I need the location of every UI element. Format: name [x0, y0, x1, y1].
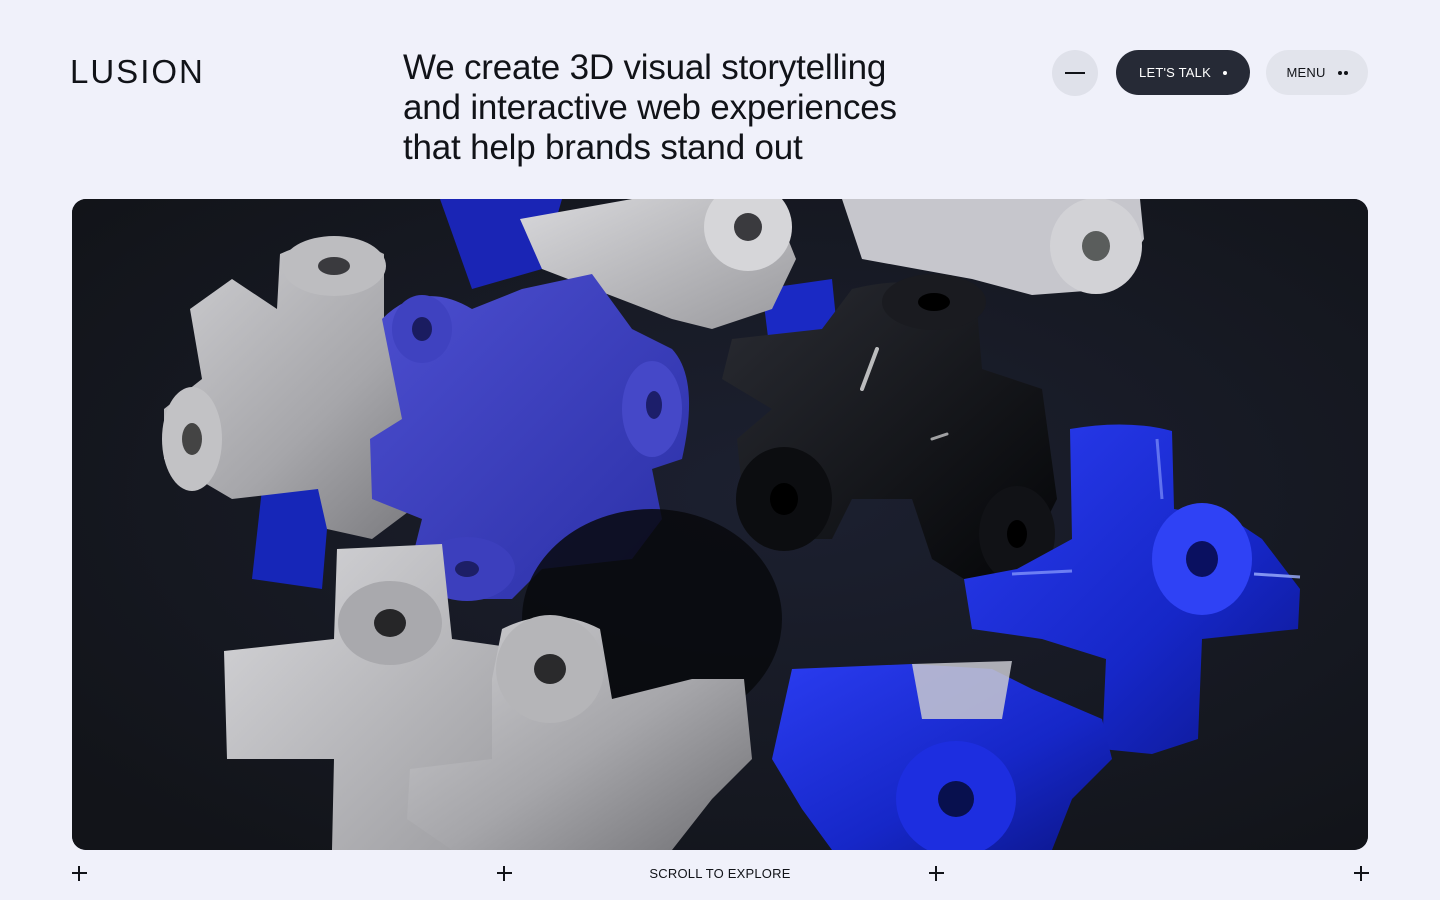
- minus-icon: [1065, 72, 1085, 74]
- jack-shapes-illustration: [72, 199, 1368, 850]
- plus-icon: [1351, 863, 1371, 883]
- tagline-line-2: and interactive web experiences: [403, 88, 897, 127]
- page: LUSION We create 3D visual storytelling …: [0, 0, 1440, 900]
- plus-icon: [69, 863, 89, 883]
- tagline-line-3: that help brands stand out: [403, 128, 803, 167]
- minimize-button[interactable]: [1052, 50, 1098, 96]
- hero-3d-visual[interactable]: [72, 199, 1368, 850]
- two-dots-icon: [1336, 70, 1348, 75]
- hero-tagline: We create 3D visual storytelling and int…: [403, 48, 963, 168]
- plus-icon: [494, 863, 514, 883]
- lets-talk-button[interactable]: LET'S TALK: [1116, 50, 1250, 95]
- logo[interactable]: LUSION: [70, 52, 205, 92]
- menu-button[interactable]: MENU: [1266, 50, 1368, 95]
- scroll-to-explore-label[interactable]: SCROLL TO EXPLORE: [620, 866, 820, 881]
- plus-icon: [926, 863, 946, 883]
- tagline-line-1: We create 3D visual storytelling: [403, 48, 887, 87]
- menu-label: MENU: [1286, 65, 1326, 80]
- lets-talk-label: LET'S TALK: [1139, 65, 1211, 80]
- dot-icon: [1222, 70, 1227, 75]
